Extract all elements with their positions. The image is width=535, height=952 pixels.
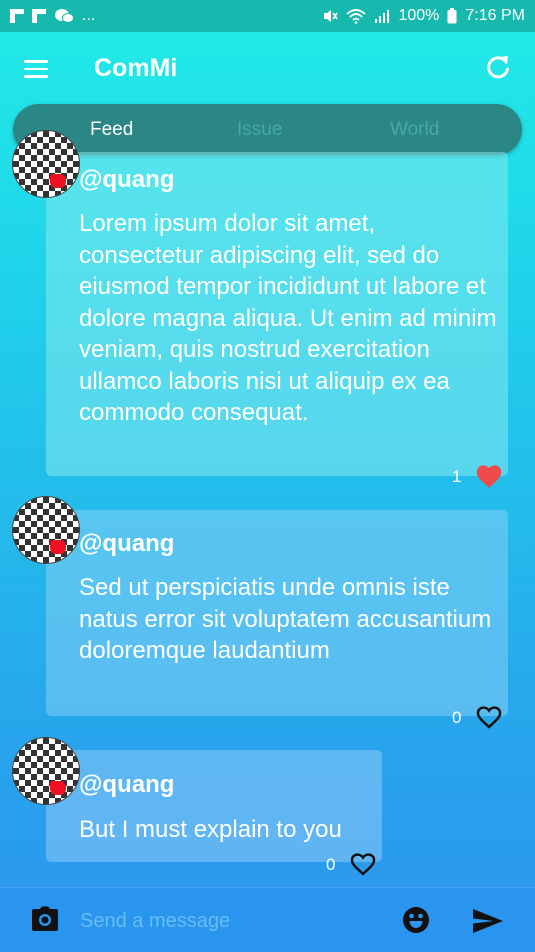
wechat-icon bbox=[55, 9, 74, 23]
like-count: 0 bbox=[326, 855, 336, 874]
clock: 7:16 PM bbox=[465, 7, 525, 24]
like-count: 0 bbox=[452, 708, 462, 727]
menu-icon[interactable] bbox=[24, 60, 48, 78]
post-text: Lorem ipsum dolor sit amet, consectetur … bbox=[79, 210, 497, 426]
tab-feed[interactable]: Feed bbox=[90, 119, 133, 141]
app-bar bbox=[0, 32, 535, 104]
tab-bar: Feed Issue World bbox=[13, 104, 522, 155]
heart-outline-icon[interactable] bbox=[474, 703, 504, 730]
emoji-icon[interactable] bbox=[402, 906, 430, 934]
post-username[interactable]: @quang bbox=[79, 530, 174, 558]
camera-icon[interactable] bbox=[31, 906, 59, 932]
post-username[interactable]: @quang bbox=[79, 166, 174, 194]
status-system: 100% 7:16 PM bbox=[322, 7, 525, 25]
heart-icon[interactable] bbox=[474, 462, 504, 489]
notification-f-icon bbox=[10, 9, 24, 23]
message-input[interactable] bbox=[78, 902, 382, 940]
app-title: ComMi bbox=[94, 54, 178, 82]
heart-outline-icon[interactable] bbox=[348, 850, 378, 877]
status-notifications: ... bbox=[10, 7, 95, 25]
avatar[interactable] bbox=[12, 130, 80, 198]
battery-icon bbox=[447, 8, 457, 24]
post-text: But I must explain to you bbox=[79, 816, 342, 843]
avatar[interactable] bbox=[12, 737, 80, 805]
wifi-icon bbox=[346, 9, 367, 24]
refresh-icon[interactable] bbox=[484, 53, 512, 81]
avatar[interactable] bbox=[12, 496, 80, 564]
post-card[interactable]: @quang Sed ut perspiciatis unde omnis is… bbox=[46, 510, 508, 716]
battery-percent: 100% bbox=[398, 7, 440, 24]
mute-icon bbox=[324, 10, 339, 22]
send-icon[interactable] bbox=[472, 908, 504, 934]
notification-f2-icon bbox=[32, 9, 46, 23]
tab-issue[interactable]: Issue bbox=[237, 119, 282, 141]
post-card[interactable]: @quang But I must explain to you bbox=[46, 750, 382, 862]
status-bar: ... 100% 7:16 PM bbox=[0, 0, 535, 32]
signal-icon bbox=[375, 10, 390, 23]
status-more: ... bbox=[82, 7, 96, 24]
post-card[interactable]: @quang Lorem ipsum dolor sit amet, conse… bbox=[46, 152, 508, 476]
tab-world[interactable]: World bbox=[390, 119, 439, 141]
post-text: Sed ut perspiciatis unde omnis iste natu… bbox=[79, 574, 492, 664]
post-username[interactable]: @quang bbox=[79, 771, 174, 799]
like-count: 1 bbox=[452, 467, 462, 486]
